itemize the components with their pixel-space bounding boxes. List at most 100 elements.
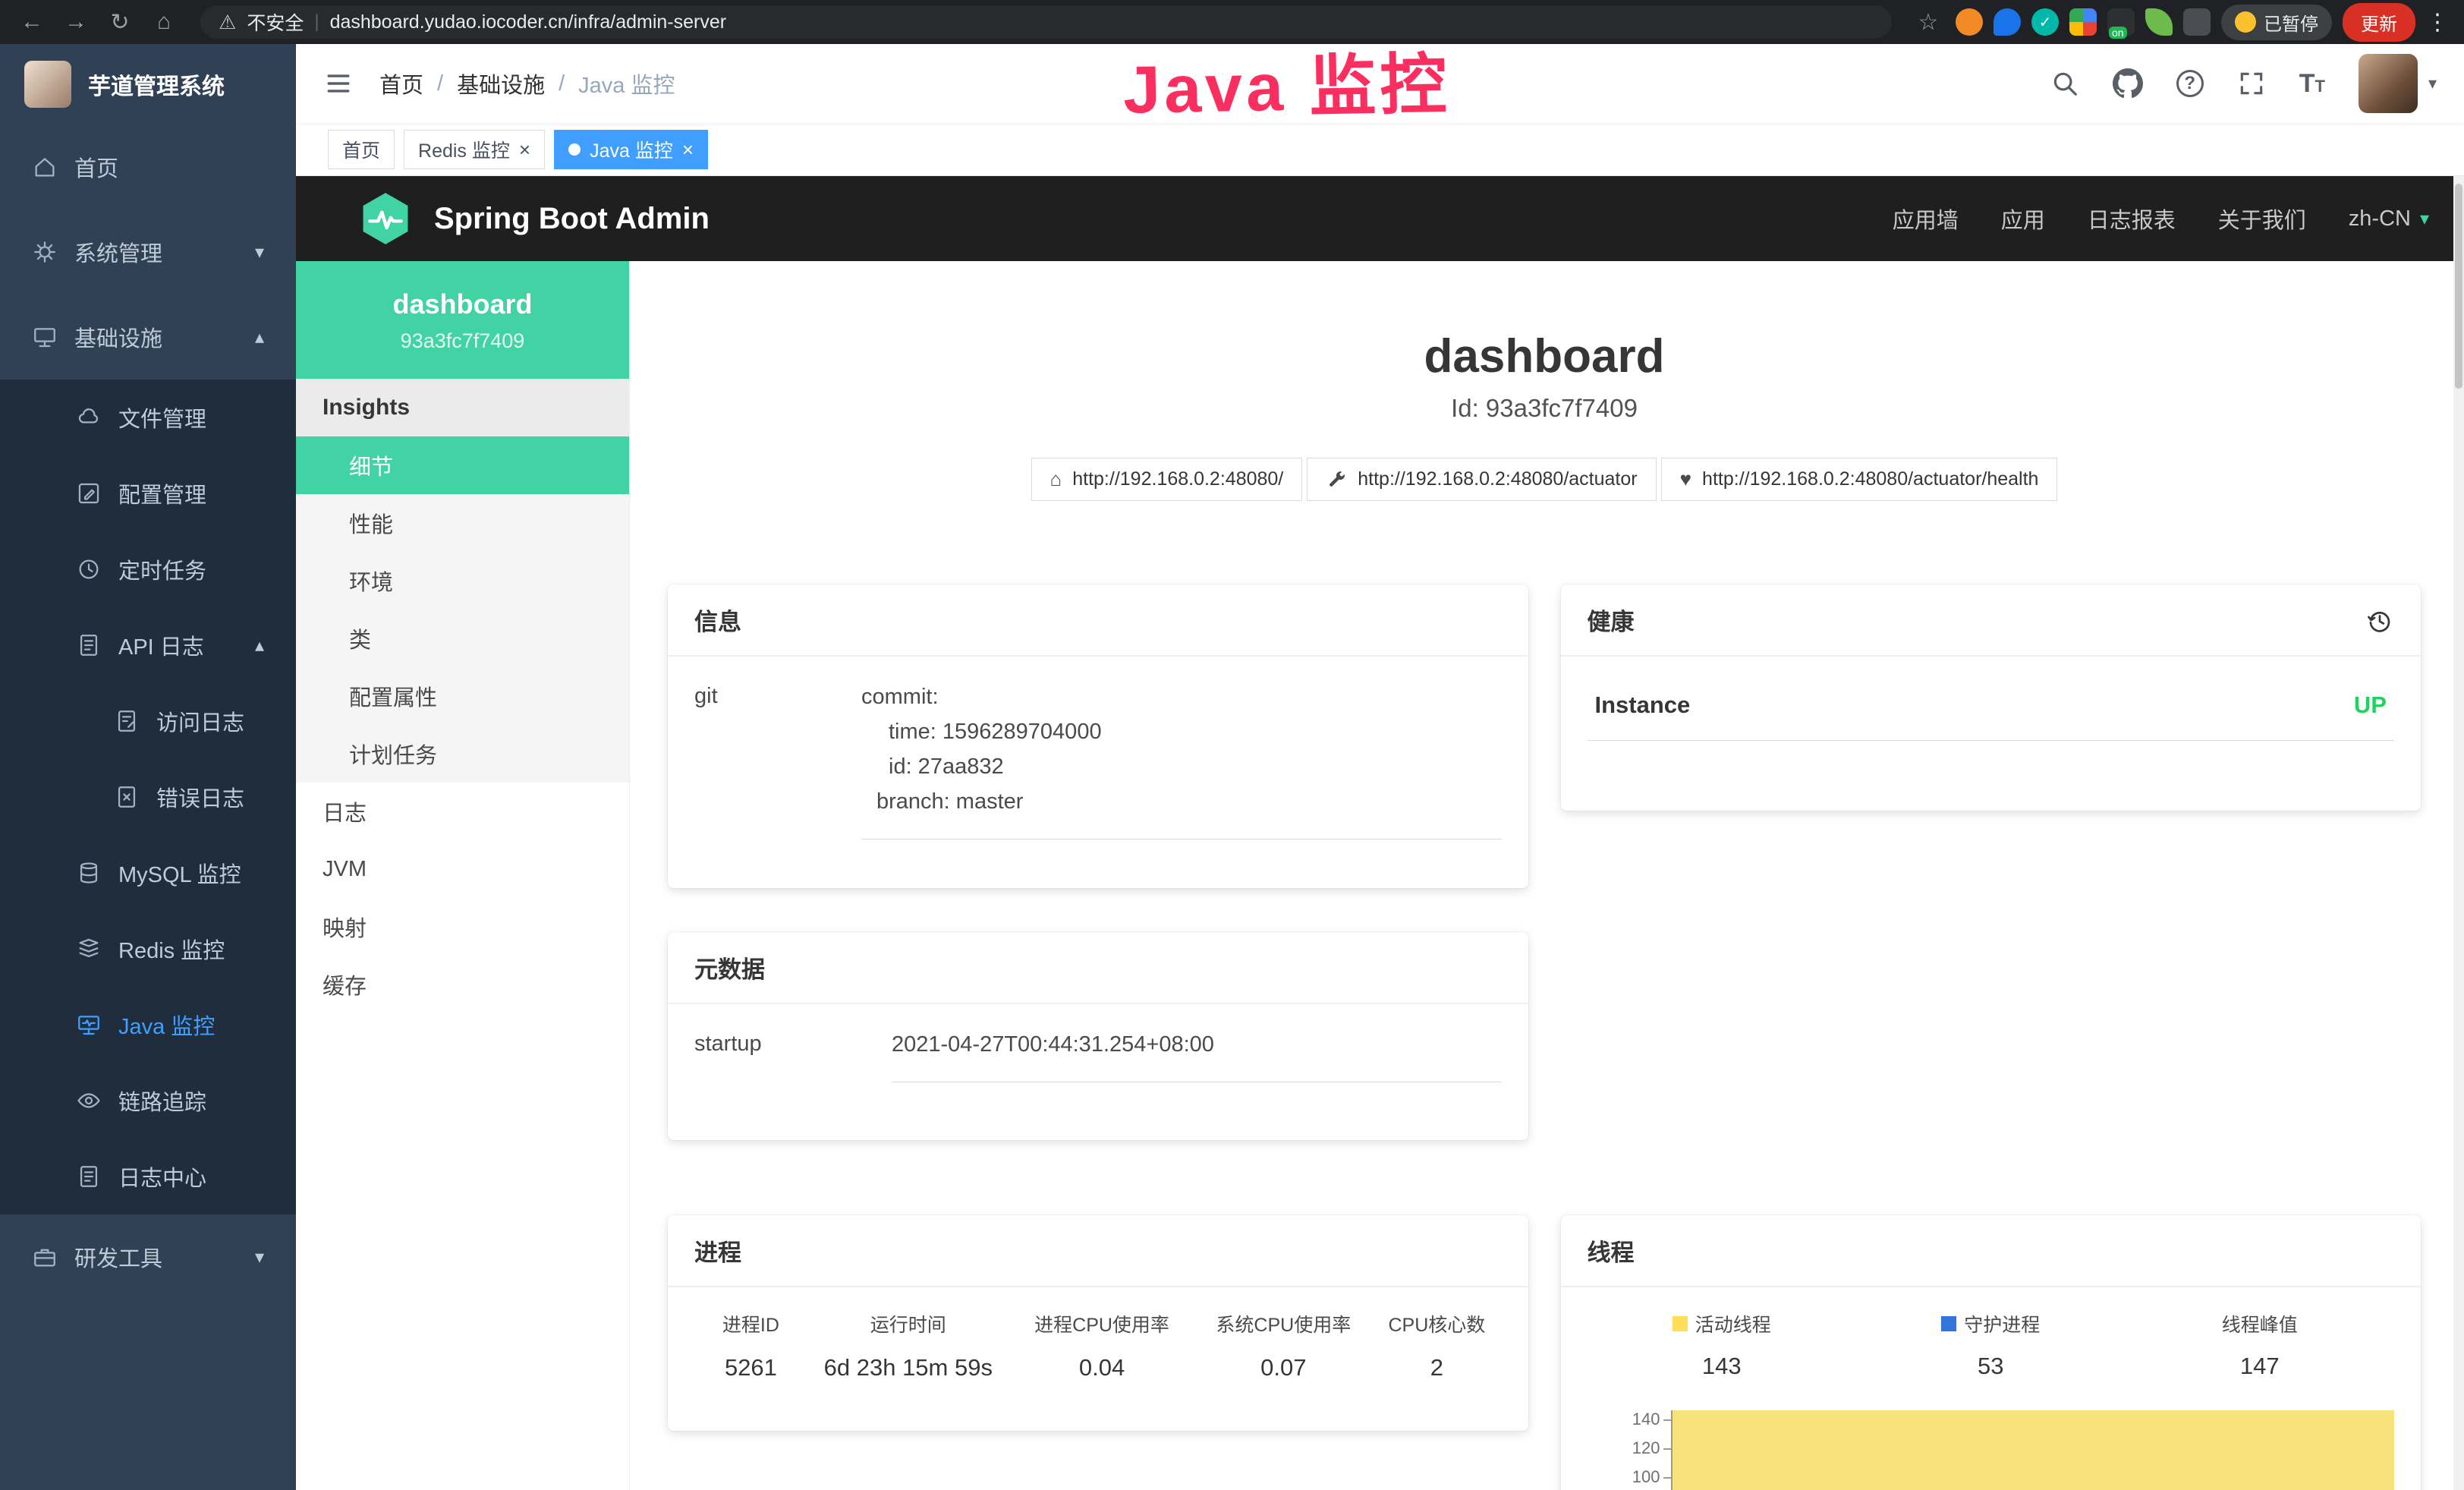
sidebar-item-home[interactable]: 首页: [0, 124, 296, 209]
sba-menu-performance[interactable]: 性能: [296, 494, 629, 552]
column-value: 2: [1372, 1354, 1501, 1381]
extension-icon[interactable]: on: [2107, 8, 2135, 36]
sidebar-item-log-center[interactable]: 日志中心: [0, 1139, 296, 1214]
sidebar-item-trace[interactable]: 链路追踪: [0, 1063, 296, 1139]
sba-menu-config-props[interactable]: 配置属性: [296, 667, 629, 725]
cards-column-left: 信息 git commit: time: 1596289704000 id: 2…: [668, 584, 1528, 1490]
sba-menu-jvm[interactable]: JVM: [296, 840, 629, 898]
extension-icon[interactable]: [2145, 8, 2173, 36]
tab-redis[interactable]: Redis 监控 ×: [404, 130, 545, 169]
sidebar-item-label: 访问日志: [156, 705, 244, 737]
search-icon[interactable]: [2050, 69, 2079, 98]
health-card-header: 健康: [1561, 584, 2422, 657]
sidebar-item-api-log[interactable]: API 日志 ▴: [0, 607, 296, 683]
extension-icon[interactable]: [1994, 8, 2021, 36]
locale-label: zh-CN: [2349, 206, 2411, 232]
service-url-link[interactable]: ⌂ http://192.168.0.2:48080/: [1031, 458, 1303, 501]
close-icon[interactable]: ×: [519, 140, 530, 159]
sba-header: Spring Boot Admin 应用墙 应用 日志报表 关于我们 zh-CN…: [296, 176, 2464, 261]
sba-menu-environment[interactable]: 环境: [296, 552, 629, 610]
update-button[interactable]: 更新: [2343, 3, 2415, 42]
database-icon: [76, 860, 102, 886]
sidebar-item-config[interactable]: 配置管理: [0, 455, 296, 531]
sba-brand-label: Spring Boot Admin: [434, 202, 710, 236]
scrollbar-thumb[interactable]: [2455, 184, 2462, 389]
monitor-pulse-icon: [76, 1012, 102, 1038]
sidebar-item-mysql[interactable]: MySQL 监控: [0, 835, 296, 911]
legend-label: 线程峰值: [2222, 1310, 2298, 1337]
sidebar-item-label: 研发工具: [74, 1241, 162, 1273]
instance-header[interactable]: dashboard 93a3fc7f7409: [296, 261, 629, 379]
sidebar-item-infra[interactable]: 基础设施 ▴: [0, 295, 296, 380]
sba-nav-applications[interactable]: 应用: [2001, 203, 2045, 235]
sidebar-item-java[interactable]: Java 监控: [0, 987, 296, 1063]
extension-icon[interactable]: ✓: [2031, 8, 2059, 36]
sba-menu-classes[interactable]: 类: [296, 610, 629, 667]
column-value: 0.04: [1009, 1354, 1195, 1381]
process-card-body: 进程ID 5261 运行时间 6d 23h 15m 59s: [668, 1287, 1528, 1404]
actuator-url-link[interactable]: http://192.168.0.2:48080/actuator: [1307, 458, 1656, 501]
sidebar-item-access-log[interactable]: 访问日志: [0, 683, 296, 759]
sba-logo-icon: [357, 190, 414, 247]
on-badge: on: [2109, 27, 2127, 39]
kebab-menu-icon[interactable]: ⋮: [2426, 9, 2449, 36]
sidebar-item-cron[interactable]: 定时任务: [0, 531, 296, 607]
help-icon[interactable]: ?: [2176, 70, 2204, 97]
fullscreen-icon[interactable]: [2237, 69, 2266, 98]
health-card-body: Instance UP: [1561, 657, 2422, 764]
health-url-link[interactable]: ♥ http://192.168.0.2:48080/actuator/heal…: [1661, 458, 2058, 501]
extension-icon[interactable]: [2069, 8, 2097, 36]
close-icon[interactable]: ×: [682, 140, 694, 159]
sidebar-item-label: Redis 监控: [118, 933, 225, 965]
column-value: 0.07: [1194, 1354, 1372, 1381]
sidebar-item-label: 日志中心: [118, 1161, 206, 1192]
sidebar-item-devtools[interactable]: 研发工具 ▾: [0, 1214, 296, 1299]
sba-menu-details[interactable]: 细节: [296, 436, 629, 494]
paused-badge[interactable]: 已暂停: [2221, 5, 2332, 40]
user-menu[interactable]: ▾: [2359, 54, 2437, 113]
extension-icon[interactable]: [2183, 8, 2211, 36]
sidebar-item-redis[interactable]: Redis 监控: [0, 911, 296, 987]
sba-menu-caches[interactable]: 缓存: [296, 956, 629, 1013]
git-branch-line: branch: master: [861, 784, 1502, 819]
app-logo-row[interactable]: 芋道管理系统: [0, 44, 296, 124]
sba-menu-mappings[interactable]: 映射: [296, 898, 629, 956]
history-icon[interactable]: [2365, 606, 2394, 635]
metadata-value: 2021-04-27T00:44:31.254+08:00: [892, 1027, 1502, 1062]
address-bar[interactable]: ⚠ 不安全 | dashboard.yudao.iocoder.cn/infra…: [200, 5, 1892, 39]
sba-nav-journal[interactable]: 日志报表: [2088, 203, 2176, 235]
forward-icon[interactable]: →: [59, 9, 93, 35]
sba-menu-scheduled[interactable]: 计划任务: [296, 725, 629, 783]
column-header: CPU核心数: [1372, 1310, 1501, 1337]
sidebar-item-files[interactable]: 文件管理: [0, 380, 296, 455]
process-col: 进程CPU使用率 0.04: [1009, 1310, 1195, 1381]
sidebar-item-system[interactable]: 系统管理 ▾: [0, 209, 296, 295]
sidebar-item-error-log[interactable]: 错误日志: [0, 759, 296, 835]
github-icon[interactable]: [2113, 68, 2143, 99]
app-title: 芋道管理系统: [88, 68, 225, 101]
health-row[interactable]: Instance UP: [1588, 679, 2395, 741]
cards-column-right: 健康 Instance UP: [1561, 584, 2422, 1490]
font-size-icon[interactable]: TT: [2299, 69, 2325, 99]
legend-swatch-daemon: [1941, 1316, 1956, 1331]
sidebar-item-label: Java 监控: [118, 1009, 215, 1041]
back-icon[interactable]: ←: [15, 9, 49, 35]
locale-selector[interactable]: zh-CN ▾: [2349, 206, 2429, 232]
vertical-scrollbar[interactable]: [2453, 176, 2464, 1490]
breadcrumb-section[interactable]: 基础设施: [457, 68, 545, 99]
tags-view-bar: 首页 Redis 监控 × Java 监控 ×: [296, 123, 2464, 176]
sba-brand[interactable]: Spring Boot Admin: [357, 190, 710, 247]
extension-icon[interactable]: [1956, 8, 1983, 36]
sba-menu-logs[interactable]: 日志: [296, 783, 629, 840]
sba-nav-about[interactable]: 关于我们: [2218, 203, 2306, 235]
tab-home[interactable]: 首页: [328, 130, 395, 169]
git-id-line: id: 27aa832: [861, 749, 1502, 784]
breadcrumb-home[interactable]: 首页: [379, 68, 423, 99]
reload-icon[interactable]: ↻: [103, 9, 137, 36]
bookmark-star-icon[interactable]: ☆: [1912, 9, 1945, 36]
browser-home-icon[interactable]: ⌂: [147, 9, 181, 35]
tab-java[interactable]: Java 监控 ×: [554, 130, 708, 169]
sba-nav-wallboard[interactable]: 应用墙: [1893, 203, 1959, 235]
app-sidebar: 芋道管理系统 首页 系统管理 ▾ 基础设施 ▴ 文件管理: [0, 44, 296, 1490]
hamburger-icon[interactable]: [323, 71, 354, 96]
